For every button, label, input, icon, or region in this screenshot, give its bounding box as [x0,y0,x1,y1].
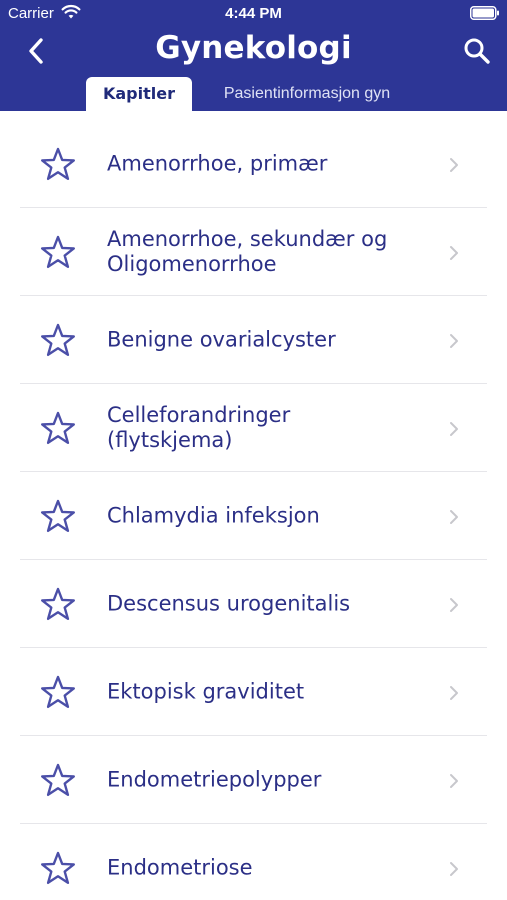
chevron-right-icon [450,510,458,524]
list-item[interactable]: Celleforandringer (flytskjema) [0,384,507,472]
chevron-right-icon [450,862,458,876]
favorite-star-icon[interactable] [40,851,76,885]
list-item[interactable]: Endometriose [0,824,507,900]
list-item[interactable]: Descensus urogenitalis [0,560,507,648]
favorite-star-icon[interactable] [40,147,76,181]
favorite-star-icon[interactable] [40,763,76,797]
chevron-right-icon [450,686,458,700]
list-item[interactable]: Endometriepolypper [0,736,507,824]
chevron-right-icon [450,158,458,172]
tab-pasientinformasjon[interactable]: Pasientinformasjon gyn [200,77,414,111]
chevron-right-icon [450,334,458,348]
chapter-label: Celleforandringer (flytskjema) [107,403,291,452]
status-time: 4:44 PM [225,5,282,22]
favorite-star-icon[interactable] [40,411,76,445]
list-item[interactable]: Chlamydia infeksjon [0,472,507,560]
favorite-star-icon[interactable] [40,235,76,269]
favorite-star-icon[interactable] [40,499,76,533]
status-bar: Carrier 4:44 PM [0,0,507,28]
chevron-right-icon [450,422,458,436]
chapter-label: Amenorrhoe, sekundær og Oligomenorrhoe [107,227,388,276]
chapter-list: Amenorrhoe, primær Amenorrhoe, sekundær o… [0,120,507,900]
chapter-label: Ektopisk graviditet [107,679,305,704]
tab-kapitler[interactable]: Kapitler [86,77,192,111]
list-item[interactable]: Benigne ovarialcyster [0,296,507,384]
chapter-label: Chlamydia infeksjon [107,503,320,528]
favorite-star-icon[interactable] [40,675,76,709]
list-item[interactable]: Amenorrhoe, sekundær og Oligomenorrhoe [0,208,507,296]
chapter-label: Amenorrhoe, primær [107,151,328,176]
chapter-label: Endometriose [107,855,253,880]
chapter-label: Descensus urogenitalis [107,591,351,616]
list-item[interactable]: Amenorrhoe, primær [0,120,507,208]
page-title: Gynekologi [155,30,352,66]
chapter-label: Benigne ovarialcyster [107,327,336,352]
favorite-star-icon[interactable] [40,323,76,357]
favorite-star-icon[interactable] [40,587,76,621]
search-icon[interactable] [462,36,492,66]
battery-icon [470,6,499,20]
chevron-right-icon [450,598,458,612]
chevron-right-icon [450,774,458,788]
list-item[interactable]: Ektopisk graviditet [0,648,507,736]
chevron-right-icon [450,246,458,260]
chapter-label: Endometriepolypper [107,767,322,792]
nav-header: Carrier 4:44 PM Gynekologi Kapitler Pasi… [0,0,507,111]
